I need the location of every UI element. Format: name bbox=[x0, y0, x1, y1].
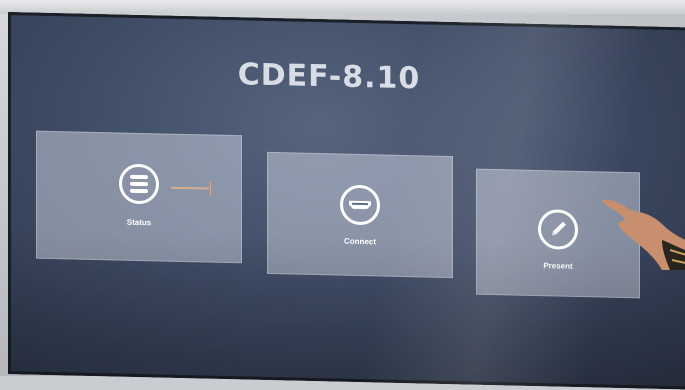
status-tile[interactable]: Status bbox=[36, 130, 242, 264]
connect-tile[interactable]: Connect bbox=[267, 151, 453, 279]
page-title: CDEF-8.10 bbox=[237, 57, 421, 97]
display-screen: CDEF-8.10 Status Connect Present bbox=[8, 12, 685, 390]
top-frame-edge bbox=[0, 0, 685, 14]
hdmi-port-icon bbox=[340, 184, 380, 226]
pencil-icon bbox=[538, 209, 578, 250]
stack-icon bbox=[119, 163, 159, 205]
pointing-hand bbox=[602, 199, 685, 270]
connect-label: Connect bbox=[344, 236, 376, 247]
status-label: Status bbox=[126, 217, 152, 228]
connector-line bbox=[171, 186, 209, 190]
